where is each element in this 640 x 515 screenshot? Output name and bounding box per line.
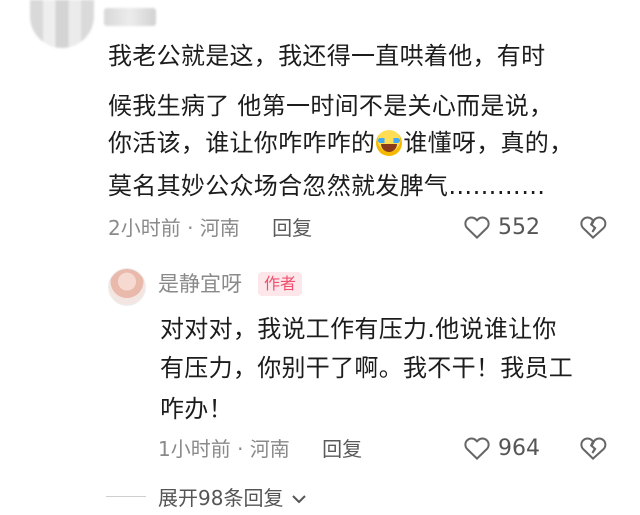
comment-text-segment: 谁懂呀，真的，	[403, 129, 574, 157]
divider	[106, 496, 146, 497]
comment-time: 2小时前	[108, 216, 181, 240]
comment-text-segment: 你活该，谁让你咋咋咋的	[108, 129, 376, 157]
meta-separator: ·	[187, 216, 194, 240]
comment-text-line: 候我生病了 他第一时间不是关心而是说，	[108, 92, 554, 120]
heart-outline-icon	[464, 216, 490, 240]
reply-text-line: 咋办！	[160, 395, 233, 423]
commenter-username[interactable]	[104, 8, 156, 26]
reply-text-line: 有压力，你别干了啊。我不干！我员工	[160, 354, 574, 382]
like-count: 552	[498, 215, 540, 240]
laughing-crying-emoji-icon	[376, 130, 403, 156]
reply-location: 河南	[249, 437, 290, 461]
meta-separator: ·	[237, 437, 244, 461]
heart-outline-icon	[464, 437, 490, 461]
reply-reply-button[interactable]: 回复	[322, 437, 362, 461]
expand-replies-label: 展开98条回复	[158, 486, 284, 510]
comment-reply-button[interactable]: 回复	[272, 216, 312, 240]
author-name[interactable]: 是静宜呀	[158, 270, 242, 298]
commenter-avatar[interactable]	[30, 0, 94, 48]
chevron-down-icon	[292, 495, 306, 504]
comment-text-line: 你活该，谁让你咋咋咋的 谁懂呀，真的，	[108, 127, 573, 159]
reply-text-line: 对对对，我说工作有压力.他说谁让你	[160, 315, 557, 343]
author-avatar[interactable]	[108, 268, 146, 306]
like-count: 964	[498, 436, 540, 461]
comment-text-line: 莫名其妙公众场合忽然就发脾气…………	[108, 172, 546, 200]
author-badge: 作者	[258, 272, 303, 296]
reply-meta: 1小时前 · 河南 回复	[158, 436, 362, 462]
comment-meta: 2小时前 · 河南 回复	[108, 215, 312, 241]
dislike-button[interactable]	[578, 433, 608, 463]
expand-replies-button[interactable]: 展开98条回复	[158, 485, 308, 511]
comment-text-line: 我老公就是这，我还得一直哄着他，有时	[108, 42, 546, 70]
reply-time: 1小时前	[158, 437, 231, 461]
broken-heart-icon	[580, 437, 607, 460]
like-button[interactable]	[462, 212, 492, 242]
dislike-button[interactable]	[578, 212, 608, 242]
comment-location: 河南	[199, 216, 240, 240]
like-button[interactable]	[462, 433, 492, 463]
broken-heart-icon	[580, 216, 607, 239]
